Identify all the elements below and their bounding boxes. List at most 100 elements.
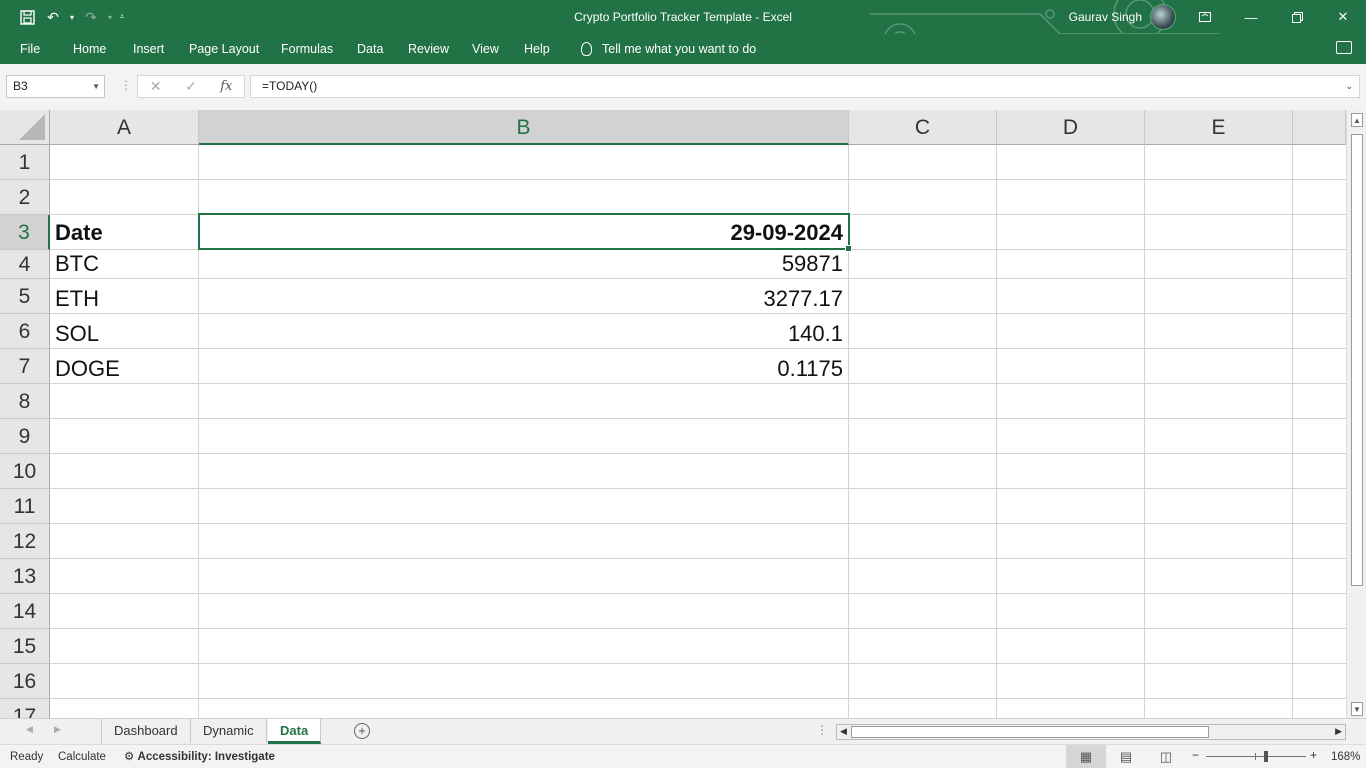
sheet-nav-prev-icon[interactable]: ◀	[26, 724, 33, 735]
column-header-b[interactable]: B	[199, 110, 849, 145]
minimize-icon[interactable]: —	[1228, 0, 1274, 34]
tab-insert[interactable]: Insert	[133, 34, 164, 64]
column-header-f[interactable]	[1293, 110, 1346, 145]
column-header-d[interactable]: D	[997, 110, 1145, 145]
comments-icon[interactable]	[1336, 41, 1352, 54]
row-header-8[interactable]: 8	[0, 384, 50, 419]
cell-a5[interactable]: ETH	[55, 286, 99, 312]
horizontal-scrollbar[interactable]: ◀ ▶	[836, 724, 1346, 740]
cancel-icon[interactable]: ✕	[138, 78, 173, 95]
gridline	[996, 145, 997, 718]
save-icon[interactable]	[14, 0, 40, 34]
cell-b5[interactable]: 3277.17	[763, 286, 843, 312]
tab-view[interactable]: View	[472, 34, 499, 64]
calculate-button[interactable]: Calculate	[58, 745, 106, 768]
tab-file[interactable]: File	[20, 34, 40, 64]
chevron-down-icon[interactable]: ▼	[92, 76, 100, 97]
column-header-a[interactable]: A	[50, 110, 199, 145]
row-header-2[interactable]: 2	[0, 180, 50, 215]
row-header-14[interactable]: 14	[0, 594, 50, 629]
cell-a7[interactable]: DOGE	[55, 356, 120, 382]
tab-split-grip-icon[interactable]: ⋮	[816, 723, 828, 737]
row-header-4[interactable]: 4	[0, 250, 50, 279]
gridline	[50, 663, 1346, 664]
sheet-tab-data[interactable]: Data	[268, 719, 322, 744]
sheet-tab-dashboard[interactable]: Dashboard	[101, 719, 191, 743]
horizontal-scroll-thumb[interactable]	[851, 726, 1209, 738]
cell-b4[interactable]: 59871	[782, 251, 843, 277]
close-icon[interactable]: ✕	[1320, 0, 1366, 34]
cell-a4[interactable]: BTC	[55, 251, 99, 277]
customize-qat-icon[interactable]: ⩡	[116, 0, 128, 34]
zoom-track[interactable]	[1206, 756, 1306, 757]
formula-input[interactable]: =TODAY() ⌄	[250, 75, 1360, 98]
scroll-up-icon[interactable]: ▲	[1351, 113, 1363, 127]
row-header-3[interactable]: 3	[0, 215, 50, 250]
enter-icon[interactable]: ✓	[173, 78, 208, 95]
tab-page-layout[interactable]: Page Layout	[189, 34, 259, 64]
vertical-scroll-thumb[interactable]	[1351, 134, 1363, 586]
scroll-right-icon[interactable]: ▶	[1335, 726, 1342, 737]
cell-a3[interactable]: Date	[55, 220, 103, 246]
undo-dropdown-icon[interactable]: ▾	[66, 0, 78, 34]
row-header-13[interactable]: 13	[0, 559, 50, 594]
ribbon-display-options-icon[interactable]	[1182, 0, 1228, 34]
zoom-knob[interactable]	[1264, 751, 1268, 762]
row-header-9[interactable]: 9	[0, 419, 50, 454]
tab-data[interactable]: Data	[357, 34, 383, 64]
row-header-1[interactable]: 1	[0, 145, 50, 180]
active-cell-selection[interactable]	[198, 213, 852, 252]
scroll-left-icon[interactable]: ◀	[840, 726, 847, 737]
tab-review[interactable]: Review	[408, 34, 449, 64]
row-header-17[interactable]: 17	[0, 699, 50, 718]
redo-icon[interactable]: ↷	[78, 0, 104, 34]
gridline	[50, 453, 1346, 454]
user-account[interactable]: Gaurav Singh	[1069, 0, 1176, 34]
row-header-5[interactable]: 5	[0, 279, 50, 314]
accessibility-checker[interactable]: ⚙ Accessibility: Investigate	[124, 745, 275, 768]
cell-a6[interactable]: SOL	[55, 321, 99, 347]
worksheet-grid[interactable]: A B C D E 1 2 3 4 5 6 7 8 9 10 11 12 13 …	[0, 110, 1346, 718]
expand-formula-bar-icon[interactable]: ⌄	[1345, 76, 1353, 97]
name-box[interactable]: B3 ▼	[6, 75, 105, 98]
page-layout-view-icon[interactable]: ▤	[1106, 745, 1146, 768]
gridline	[50, 698, 1346, 699]
zoom-midpoint-marker	[1255, 753, 1256, 760]
quick-access-toolbar: ↶ ▾ ↷ ▾ ⩡	[14, 0, 128, 34]
tab-help[interactable]: Help	[524, 34, 550, 64]
sheet-nav-next-icon[interactable]: ▶	[54, 724, 61, 735]
row-header-10[interactable]: 10	[0, 454, 50, 489]
normal-view-icon[interactable]: ▦	[1066, 745, 1106, 768]
row-header-6[interactable]: 6	[0, 314, 50, 349]
vertical-scrollbar[interactable]: ▲ ▼	[1346, 110, 1366, 718]
tab-formulas[interactable]: Formulas	[281, 34, 333, 64]
gridline	[50, 179, 1346, 180]
select-all-button[interactable]	[0, 110, 50, 145]
zoom-in-icon[interactable]: +	[1310, 748, 1317, 762]
row-header-12[interactable]: 12	[0, 524, 50, 559]
zoom-level[interactable]: 168%	[1331, 745, 1360, 768]
row-header-7[interactable]: 7	[0, 349, 50, 384]
redo-dropdown-icon[interactable]: ▾	[104, 0, 116, 34]
cell-b7[interactable]: 0.1175	[777, 356, 843, 382]
insert-function-icon[interactable]: fx	[209, 79, 244, 94]
column-header-c[interactable]: C	[849, 110, 997, 145]
status-ready: Ready	[10, 751, 44, 763]
cell-b6[interactable]: 140.1	[788, 321, 843, 347]
add-sheet-icon[interactable]: +	[354, 723, 370, 739]
row-header-15[interactable]: 15	[0, 629, 50, 664]
restore-icon[interactable]	[1274, 0, 1320, 34]
tell-me-search[interactable]: Tell me what you want to do	[581, 34, 756, 64]
page-break-preview-icon[interactable]: ◫	[1146, 745, 1186, 768]
zoom-slider[interactable]: − +	[1190, 745, 1320, 768]
row-header-16[interactable]: 16	[0, 664, 50, 699]
scroll-down-icon[interactable]: ▼	[1351, 702, 1363, 716]
formula-bar-grip-icon[interactable]: ⋮	[120, 78, 132, 92]
sheet-tab-dynamic[interactable]: Dynamic	[191, 719, 267, 743]
zoom-out-icon[interactable]: −	[1192, 748, 1199, 762]
tab-home[interactable]: Home	[73, 34, 106, 64]
column-header-e[interactable]: E	[1145, 110, 1293, 145]
gridline	[50, 278, 1346, 279]
undo-icon[interactable]: ↶	[40, 0, 66, 34]
row-header-11[interactable]: 11	[0, 489, 50, 524]
